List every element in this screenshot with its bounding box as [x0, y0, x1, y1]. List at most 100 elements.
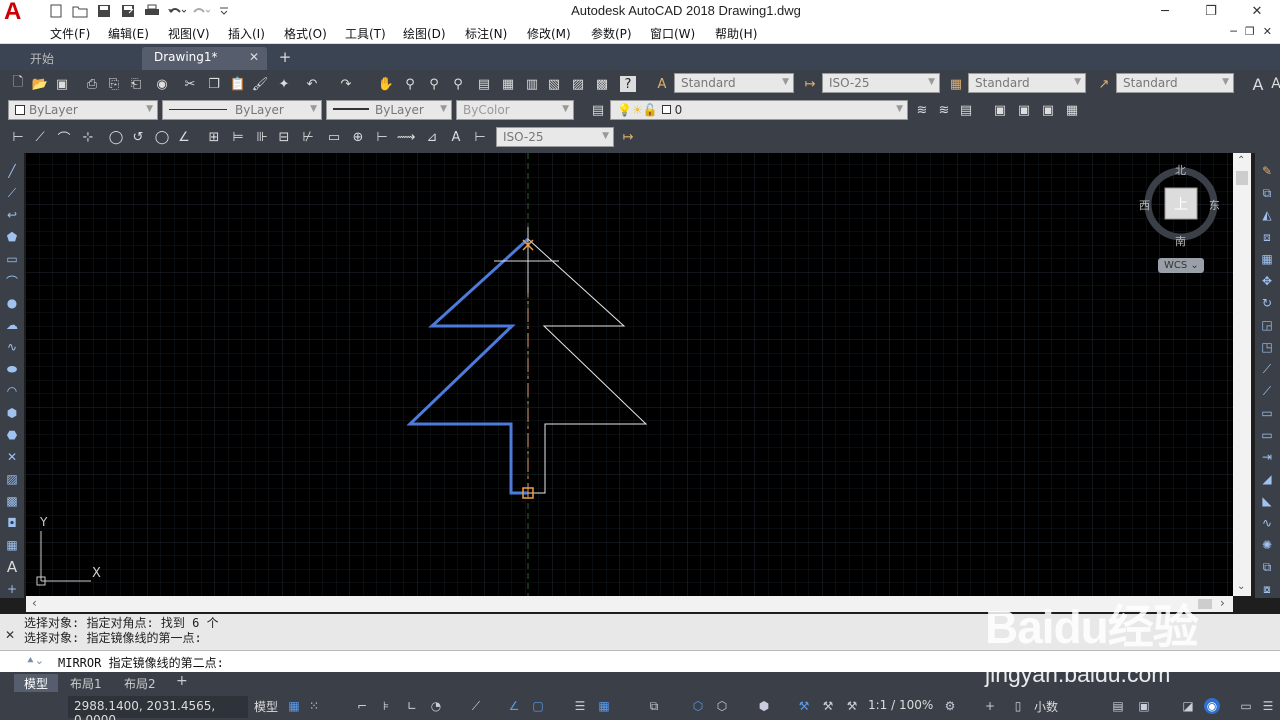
chamfer-icon[interactable]: ◢ — [1259, 471, 1275, 487]
dynamic-input-icon[interactable]: ⊧ — [378, 698, 394, 714]
ordinate-dim-icon[interactable]: ⊹ — [80, 129, 96, 145]
quick-dim-icon[interactable]: ⊞ — [206, 129, 222, 145]
blend-curves-icon[interactable]: ∿ — [1259, 515, 1275, 531]
text-icon[interactable]: A — [1268, 76, 1280, 92]
menu-edit[interactable]: 编辑(E) — [108, 25, 149, 42]
units-icon[interactable]: ▯ — [1010, 698, 1026, 714]
point-icon[interactable]: ✕ — [4, 449, 20, 465]
command-line[interactable]: 🔧 ⯅⌄ MIRROR 指定镜像线的第二点: — [0, 650, 1280, 704]
hardware-acceleration-icon[interactable]: ◉ — [1204, 698, 1220, 714]
wcs-menu[interactable]: WCS ⌄ — [1158, 258, 1204, 273]
view-named-icon[interactable]: ▣ — [992, 102, 1008, 118]
diameter-dim-icon[interactable]: ◯ — [154, 129, 170, 145]
explode-icon[interactable]: ✺ — [1259, 537, 1275, 553]
viewcube-south[interactable]: 南 — [1175, 233, 1186, 249]
workspace-switching-icon[interactable]: ⚙ — [942, 698, 958, 714]
insert-block-icon[interactable]: ⬢ — [4, 405, 20, 421]
linear-dim-icon[interactable]: ⊢ — [10, 129, 26, 145]
jogged-dim-icon[interactable]: ↺ — [130, 129, 146, 145]
dim-space-icon[interactable]: ⊟ — [276, 129, 292, 145]
scroll-down-icon[interactable]: ⌄ — [1237, 581, 1245, 592]
annotation-scale-icon[interactable]: ⚒ — [844, 698, 860, 714]
infer-constraints-icon[interactable]: ⌐ — [354, 698, 370, 714]
vertical-scrollbar[interactable]: ⌃ ⌄ — [1233, 153, 1251, 596]
baseline-dim-icon[interactable]: ⊨ — [230, 129, 246, 145]
selection-filter-icon[interactable]: ⬢ — [756, 698, 772, 714]
zoom-previous-icon[interactable]: ⚲ — [450, 76, 466, 92]
menu-help[interactable]: 帮助(H) — [715, 25, 757, 42]
close-button[interactable]: ✕ — [1234, 0, 1280, 22]
line-icon[interactable]: ╱ — [4, 163, 20, 179]
close-command-icon[interactable]: ✕ — [5, 628, 15, 642]
tab-model[interactable]: 模型 — [14, 674, 59, 692]
new-tab-button[interactable]: + — [276, 49, 294, 67]
text-style-icon[interactable]: A — [654, 76, 670, 92]
doc-minimize-icon[interactable]: ─ — [1230, 25, 1237, 38]
sheet-set-icon[interactable]: ▧ — [546, 76, 562, 92]
spline-icon[interactable]: ∿ — [4, 339, 20, 355]
scroll-right-icon[interactable]: › — [1220, 596, 1225, 610]
tolerance-icon[interactable]: ▭ — [326, 129, 342, 145]
plot-preview-icon[interactable]: ⎘ — [106, 76, 122, 92]
fillet-icon[interactable]: ◣ — [1259, 493, 1275, 509]
block-editor-icon[interactable]: ✦ — [276, 76, 292, 92]
polyline-icon[interactable]: ↩ — [4, 207, 20, 223]
gradient-icon[interactable]: ▩ — [4, 493, 20, 509]
polar-tracking-icon[interactable]: ◔ — [428, 698, 444, 714]
ellipse-icon[interactable]: ⬬ — [4, 361, 20, 377]
properties-icon[interactable]: ▤ — [476, 76, 492, 92]
dim-update-icon[interactable]: ⊢ — [472, 129, 488, 145]
dynamic-ucs-icon[interactable]: ⬡ — [714, 698, 730, 714]
circle-icon[interactable]: ● — [4, 295, 20, 311]
offset-icon[interactable]: ⧈ — [1259, 229, 1275, 245]
rectangle-icon[interactable]: ▭ — [4, 251, 20, 267]
array-icon[interactable]: ▦ — [1259, 251, 1275, 267]
doc-close-icon[interactable]: ✕ — [1263, 25, 1272, 38]
horizontal-scroll-thumb[interactable] — [1198, 599, 1212, 609]
customization-menu-icon[interactable]: ☰ — [1260, 698, 1276, 714]
make-block-icon[interactable]: ⬣ — [4, 427, 20, 443]
isometric-icon[interactable]: ⟋ — [468, 698, 484, 714]
tab-layout1[interactable]: 布局1 — [60, 674, 112, 692]
lineweight-icon[interactable]: ☰ — [572, 698, 588, 714]
table-style-icon[interactable]: ▦ — [948, 76, 964, 92]
publish-icon[interactable]: ⎗ — [128, 76, 144, 92]
menu-view[interactable]: 视图(V) — [168, 25, 210, 42]
multileader-style-icon[interactable]: ↗ — [1096, 76, 1112, 92]
rotate-icon[interactable]: ↻ — [1259, 295, 1275, 311]
clean-screen-icon[interactable]: ▭ — [1238, 698, 1254, 714]
radius-dim-icon[interactable]: ◯ — [108, 129, 124, 145]
arc-icon[interactable]: ⌒ — [4, 273, 20, 289]
break-icon[interactable]: ▭ — [1259, 427, 1275, 443]
break-at-point-icon[interactable]: ▭ — [1259, 405, 1275, 421]
viewcube-east[interactable]: 东 — [1209, 197, 1220, 213]
quick-properties-icon[interactable]: ▤ — [1110, 698, 1126, 714]
inspection-icon[interactable]: ⊢ — [374, 129, 390, 145]
dim-text-edit-icon[interactable]: A — [448, 129, 464, 145]
zoom-realtime-icon[interactable]: ⚲ — [402, 76, 418, 92]
view-camera-icon[interactable]: ▣ — [1040, 102, 1056, 118]
extend-icon[interactable]: ⟋ — [1259, 383, 1275, 399]
drawing-canvas[interactable]: 北 南 西 东 上 WCS ⌄ Y X — [26, 153, 1233, 596]
viewport-icon[interactable]: ▦ — [1064, 102, 1080, 118]
markup-icon[interactable]: ▨ — [570, 76, 586, 92]
ellipse-arc-icon[interactable]: ◠ — [4, 383, 20, 399]
viewcube-west[interactable]: 西 — [1139, 197, 1150, 213]
units-value[interactable]: 小数 — [1034, 698, 1058, 715]
linetype-select[interactable]: ByLayer ▼ — [162, 100, 322, 120]
polygon-icon[interactable]: ⬟ — [4, 229, 20, 245]
trim-icon[interactable]: ⟋ — [1259, 361, 1275, 377]
view-3d-icon[interactable]: ▣ — [1016, 102, 1032, 118]
stretch-icon[interactable]: ◳ — [1259, 339, 1275, 355]
add-selected-icon[interactable]: + — [4, 581, 20, 597]
design-center-icon[interactable]: ▦ — [500, 76, 516, 92]
restore-button[interactable]: ❐ — [1188, 0, 1234, 22]
object-snap-icon[interactable]: ▢ — [530, 698, 546, 714]
erase-icon[interactable]: ✎ — [1259, 163, 1275, 179]
annotation-monitor-icon[interactable]: + — [982, 698, 998, 714]
angular-dim-icon[interactable]: ∠ — [176, 129, 192, 145]
menu-modify[interactable]: 修改(M) — [527, 25, 571, 42]
redo-icon[interactable]: ↷ — [338, 76, 354, 92]
add-layout-icon[interactable]: + — [176, 673, 188, 689]
hatch-icon[interactable]: ▨ — [4, 471, 20, 487]
